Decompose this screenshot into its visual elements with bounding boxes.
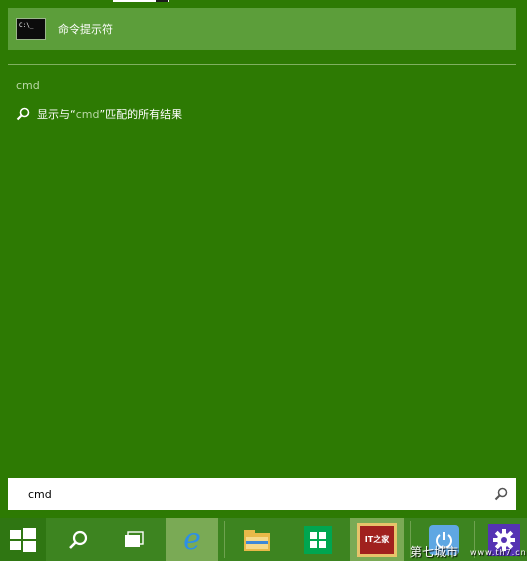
- folder-icon: [244, 529, 270, 551]
- section-header: cmd: [16, 79, 40, 92]
- best-match-label: 命令提示符: [58, 23, 113, 36]
- web-result-prefix: 显示与“: [37, 108, 76, 121]
- results-divider: [8, 64, 516, 65]
- best-match-result[interactable]: 命令提示符: [8, 8, 516, 50]
- search-box[interactable]: [8, 477, 516, 511]
- ithome-logo-text: IT之家: [360, 525, 394, 554]
- ie-icon: e: [183, 521, 201, 557]
- search-icon: [69, 530, 88, 549]
- task-view-button[interactable]: [112, 518, 156, 561]
- ithome-icon: IT之家: [357, 522, 397, 557]
- search-input[interactable]: [26, 477, 470, 511]
- show-all-results-link[interactable]: 显示与“ cmd ”匹配的所有结果: [16, 106, 182, 122]
- watermark-url: www.th7.cn: [470, 548, 527, 557]
- web-result-query: cmd: [75, 107, 100, 121]
- ithome-button[interactable]: IT之家: [350, 518, 404, 561]
- store-icon: [304, 525, 332, 554]
- taskbar-ie-button[interactable]: e: [166, 518, 218, 561]
- command-prompt-icon: [16, 18, 46, 40]
- top-edge-sliver-dark: [156, 0, 168, 2]
- watermark-text: 第七城市: [410, 545, 459, 559]
- start-button[interactable]: [0, 518, 46, 561]
- store-button[interactable]: [292, 518, 344, 561]
- taskbar-separator: [224, 521, 225, 558]
- web-result-suffix: ”匹配的所有结果: [99, 108, 183, 121]
- taskbar-search-button[interactable]: [56, 518, 100, 561]
- file-explorer-button[interactable]: [232, 518, 282, 561]
- search-icon: [16, 107, 30, 121]
- task-view-icon: [125, 530, 144, 547]
- windows-logo-icon: [10, 527, 36, 552]
- search-icon[interactable]: [494, 487, 508, 501]
